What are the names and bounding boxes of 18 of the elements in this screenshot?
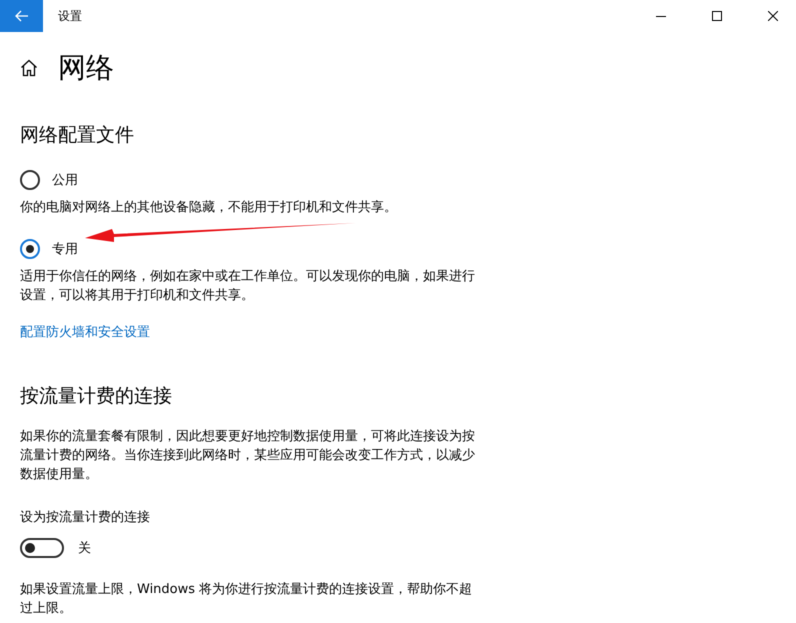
- option-description: 适用于你信任的网络，例如在家中或在工作单位。可以发现你的电脑，如果进行设置，可以将其用于打印机和文件共享。: [20, 268, 476, 305]
- radio-option[interactable]: 专用: [20, 239, 78, 259]
- home-icon[interactable]: [20, 59, 38, 77]
- window-title: 设置: [58, 8, 83, 24]
- radio-option[interactable]: 公用: [20, 170, 78, 190]
- firewall-settings-link[interactable]: 配置防火墙和安全设置: [20, 323, 150, 341]
- page-title: 网络: [58, 50, 114, 86]
- maximize-icon: [712, 11, 722, 21]
- section-title: 网络配置文件: [20, 123, 135, 148]
- toggle-label: 设为按流量计费的连接: [20, 509, 151, 526]
- toggle-switch[interactable]: [20, 538, 64, 558]
- section-description: 如果你的流量套餐有限制，因此想要更好地控制数据使用量，可将此连接设为按流量计费的网络。当你连接到此网络时，某些应用可能会改变工作方式，以减少数据使用量。: [20, 428, 476, 484]
- option-description: 你的电脑对网络上的其他设备隐藏，不能用于打印机和文件共享。: [20, 199, 398, 217]
- back-arrow-icon: [14, 10, 28, 22]
- metered-note: 如果设置流量上限，Windows 将为你进行按流量计费的连接设置，帮助你不超过上限。: [20, 581, 474, 618]
- close-icon: [768, 11, 778, 21]
- section-title: 按流量计费的连接: [20, 384, 173, 409]
- toggle-state: 关: [78, 540, 91, 557]
